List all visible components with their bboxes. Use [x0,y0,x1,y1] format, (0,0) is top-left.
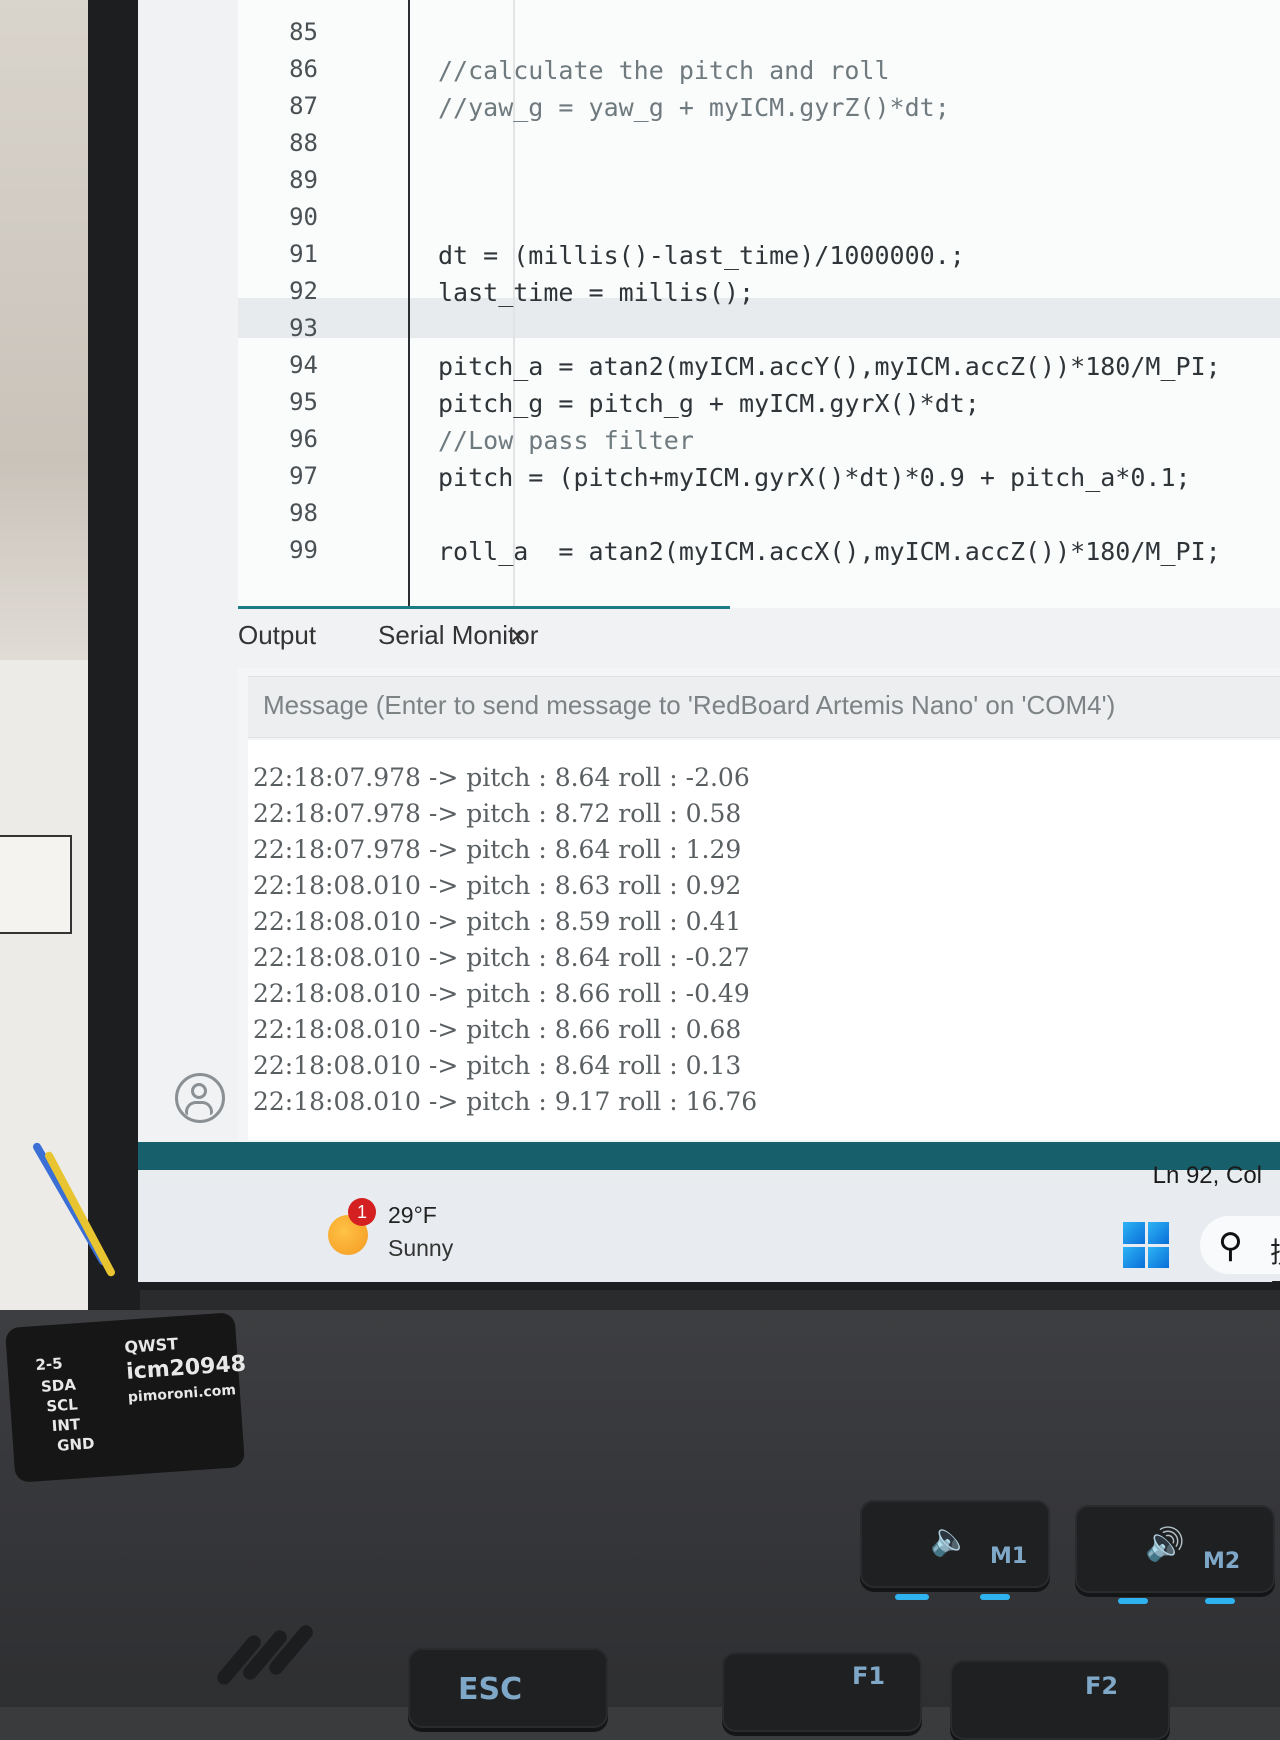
key-backlight [895,1594,929,1600]
code-line-comment[interactable]: //Low pass filter [438,426,694,455]
code-line[interactable]: roll_a = atan2(myICM.accX(),myICM.accZ()… [438,537,1221,566]
weather-description[interactable]: Sunny [388,1235,453,1262]
code-line[interactable]: pitch_a = atan2(myICM.accY(),myICM.accZ(… [438,352,1221,381]
paper-sheet [0,660,95,1420]
serial-line: 22:18:08.010 -> pitch : 8.66 roll : 0.68 [253,1015,742,1044]
board-brand: QWST [123,1334,179,1357]
search-label[interactable]: 搜索 [1270,1231,1280,1282]
f2-label: F2 [1085,1672,1119,1700]
weather-temperature[interactable]: 29°F [388,1202,437,1229]
line-number: 93 [289,314,318,342]
esc-key[interactable]: ESC [408,1648,608,1728]
line-number: 91 [289,240,318,268]
board-chip: icm20948 [125,1351,247,1385]
serial-line: 22:18:07.978 -> pitch : 8.64 roll : 1.29 [253,835,742,864]
board-site: pimoroni.com [127,1382,237,1406]
line-number: 98 [289,499,318,527]
board-pin-label: SDA [40,1375,77,1396]
serial-line: 22:18:07.978 -> pitch : 8.72 roll : 0.58 [253,799,742,828]
code-line[interactable]: pitch_g = pitch_g + myICM.gyrX()*dt; [438,389,980,418]
volume-icon: 🔈 [930,1520,970,1558]
code-line[interactable]: dt = (millis()-last_time)/1000000.; [438,241,965,270]
volume-up-icon: 🔊 [1145,1525,1185,1563]
board-pin-label: 2-5 [34,1354,64,1375]
account-icon[interactable] [175,1073,225,1123]
serial-line: 22:18:08.010 -> pitch : 8.63 roll : 0.92 [253,871,742,900]
serial-line: 22:18:08.010 -> pitch : 8.66 roll : -0.4… [253,979,750,1008]
line-number: 86 [289,55,318,83]
search-icon: ⚲ [1218,1227,1243,1265]
macro-key-m1[interactable]: M1 🔈 [860,1500,1050,1588]
key-backlight [1118,1598,1148,1604]
line-number: 96 [289,425,318,453]
serial-message-placeholder: Message (Enter to send message to 'RedBo… [263,690,1116,720]
code-line-comment[interactable]: //yaw_g = yaw_g + myICM.gyrZ()*dt; [438,93,950,122]
code-line[interactable]: pitch = (pitch+myICM.gyrX()*dt)*0.9 + pi… [438,463,1191,492]
tab-output[interactable]: Output [238,620,316,651]
macro-key-m2[interactable]: M2 🔊 [1075,1505,1275,1593]
taskbar [138,1186,1280,1282]
indent-guide [408,0,410,608]
line-number: 97 [289,462,318,490]
line-number: 92 [289,277,318,305]
line-number: 87 [289,92,318,120]
line-number: 90 [289,203,318,231]
serial-line: 22:18:08.010 -> pitch : 8.59 roll : 0.41 [253,907,742,936]
laptop-screen: 85 86 87 88 89 90 91 92 93 94 95 96 97 9… [138,0,1280,1282]
serial-line: 22:18:08.010 -> pitch : 8.64 roll : -0.2… [253,943,750,972]
notification-badge: 1 [348,1198,376,1226]
m2-label: M2 [1203,1549,1241,1574]
esc-label: ESC [458,1672,523,1707]
line-number: 85 [289,18,318,46]
line-number: 94 [289,351,318,379]
f2-key[interactable]: F2 [950,1660,1170,1740]
close-icon[interactable]: × [510,620,526,652]
serial-line: 22:18:08.010 -> pitch : 9.17 roll : 16.7… [253,1087,758,1116]
line-number: 99 [289,536,318,564]
board-pin-label: SCL [45,1395,79,1416]
board-pin-label: GND [56,1434,96,1455]
code-line-current[interactable]: last_time = millis(); [438,278,754,307]
active-tab-indicator [238,606,730,609]
line-number: 95 [289,388,318,416]
key-backlight [1205,1598,1235,1604]
sensor-breakout-board: 2-5 SDA SCL INT GND QWST icm20948 pimoro… [4,1312,247,1483]
f1-key[interactable]: F1 [722,1652,922,1732]
serial-line: 22:18:07.978 -> pitch : 8.64 roll : -2.0… [253,763,750,792]
paper-label-box [0,835,72,934]
code-line-comment[interactable]: //calculate the pitch and roll [438,56,890,85]
line-number: 88 [289,129,318,157]
line-number: 89 [289,166,318,194]
board-pin-label: INT [51,1415,81,1436]
key-backlight [980,1594,1010,1600]
code-editor[interactable]: 85 86 87 88 89 90 91 92 93 94 95 96 97 9… [138,0,1280,1282]
m1-label: M1 [990,1544,1028,1569]
windows-start-icon[interactable] [1123,1222,1169,1268]
f1-label: F1 [852,1662,886,1690]
serial-line: 22:18:08.010 -> pitch : 8.64 roll : 0.13 [253,1051,742,1080]
